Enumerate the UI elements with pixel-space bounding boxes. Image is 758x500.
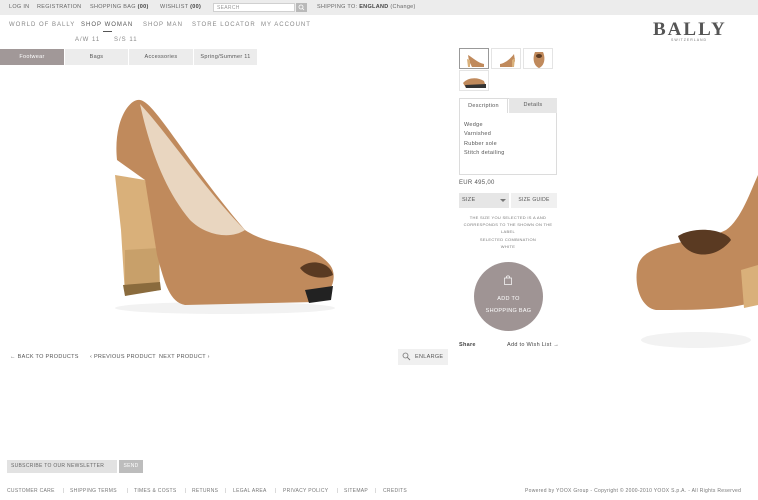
feature-item: Stitch detailing bbox=[464, 150, 505, 156]
thumbnail-4-image bbox=[463, 78, 486, 88]
footer-link-sitemap[interactable]: SITEMAP bbox=[344, 488, 368, 494]
add-to-bag-label: ADD TO SHOPPING BAG bbox=[474, 293, 543, 317]
category-tab-bags[interactable]: Bags bbox=[65, 49, 128, 65]
chevron-down-icon bbox=[500, 199, 506, 202]
tab-description[interactable]: Description bbox=[459, 98, 508, 113]
newsletter-send-button[interactable]: SEND bbox=[119, 460, 143, 473]
wishlist-label: WISHLIST bbox=[160, 4, 189, 10]
active-nav-underline bbox=[103, 31, 112, 32]
footer-link-returns[interactable]: RETURNS bbox=[192, 488, 218, 494]
shipping-country: ENGLAND bbox=[359, 4, 389, 10]
footer-separator: | bbox=[375, 488, 377, 494]
size-note-line: CORRESPONDS TO THE SHOWN ON THE bbox=[463, 222, 553, 227]
shipping-info: SHIPPING TO: ENGLAND (Change) bbox=[317, 4, 416, 10]
newsletter-input[interactable]: SUBSCRIBE TO OUR NEWSLETTER bbox=[7, 460, 117, 473]
subnav-ss11[interactable]: S/S 11 bbox=[114, 37, 138, 43]
chevron-right-icon: › bbox=[207, 354, 210, 360]
nav-shop-man[interactable]: SHOP MAN bbox=[143, 22, 183, 28]
footer-separator: | bbox=[225, 488, 227, 494]
footer-separator: | bbox=[185, 488, 187, 494]
size-guide-button[interactable]: SIZE GUIDE bbox=[511, 193, 557, 208]
selected-combination-label: SELECTED COMBINATION bbox=[479, 237, 537, 242]
thumbnail-2[interactable] bbox=[491, 48, 521, 69]
tab-details[interactable]: Details bbox=[509, 98, 557, 113]
wishlist-count: (00) bbox=[190, 4, 202, 10]
arrow-left-icon: ← bbox=[10, 354, 16, 360]
share-link[interactable]: Share bbox=[459, 342, 476, 348]
thumbnail-4[interactable] bbox=[459, 70, 489, 91]
footer-link-legal-area[interactable]: LEGAL AREA bbox=[233, 488, 267, 494]
back-to-products-label: BACK TO PRODUCTS bbox=[17, 354, 79, 360]
footer-separator: | bbox=[337, 488, 339, 494]
registration-link[interactable]: REGISTRATION bbox=[37, 4, 81, 10]
nav-my-account[interactable]: MY ACCOUNT bbox=[261, 22, 311, 28]
subnav-aw11[interactable]: A/W 11 bbox=[75, 37, 100, 43]
search-button[interactable] bbox=[296, 3, 307, 12]
product-price: EUR 495,00 bbox=[459, 180, 495, 186]
back-to-products-link[interactable]: ← BACK TO PRODUCTS bbox=[10, 354, 79, 360]
previous-product-label: PREVIOUS PRODUCT bbox=[93, 354, 156, 360]
footer-link-shipping-terms[interactable]: SHIPPING TERMS bbox=[70, 488, 117, 494]
footer-separator: | bbox=[127, 488, 129, 494]
change-country-link[interactable]: (Change) bbox=[390, 4, 415, 10]
chevron-left-icon: ‹ bbox=[90, 354, 93, 360]
search-input[interactable]: SEARCH bbox=[213, 3, 295, 12]
magnifier-icon bbox=[402, 352, 411, 361]
thumbnail-1[interactable] bbox=[459, 48, 489, 69]
shopping-bag-icon bbox=[504, 275, 512, 285]
arrow-right-icon: → bbox=[553, 342, 560, 348]
feature-item: Rubber sole bbox=[464, 141, 497, 147]
thumbnail-2-image bbox=[500, 54, 515, 67]
nav-shop-woman[interactable]: SHOP WOMAN bbox=[81, 22, 133, 28]
footer-link-times-costs[interactable]: TIMES & COSTS bbox=[134, 488, 177, 494]
size-note-line: THE SIZE YOU SELECTED IS A AND bbox=[469, 215, 547, 220]
nav-store-locator[interactable]: STORE LOCATOR bbox=[192, 22, 256, 28]
brand-logo-subtitle: SWITZERLAND bbox=[671, 38, 708, 42]
shipping-to-label: SHIPPING TO: bbox=[317, 4, 358, 10]
add-to-bag-line1: ADD TO bbox=[497, 296, 520, 302]
next-product-label: NEXT PRODUCT bbox=[159, 354, 206, 360]
footer-link-customer-care[interactable]: CUSTOMER CARE bbox=[7, 488, 55, 494]
alternate-product-image bbox=[636, 175, 758, 348]
shopping-bag-link[interactable]: SHOPPING BAG (00) bbox=[90, 4, 149, 10]
wishlist-link[interactable]: WISHLIST (00) bbox=[160, 4, 201, 10]
shopping-bag-label: SHOPPING BAG bbox=[90, 4, 136, 10]
thumbnail-1-image bbox=[467, 55, 484, 67]
top-bar: LOG IN REGISTRATION SHOPPING BAG (00) WI… bbox=[0, 0, 758, 15]
category-tab-accessories[interactable]: Accessories bbox=[129, 49, 193, 65]
size-note-line: LABEL bbox=[501, 229, 515, 234]
category-tab-footwear[interactable]: Footwear bbox=[0, 49, 64, 65]
footer-separator: | bbox=[63, 488, 65, 494]
next-product-link[interactable]: NEXT PRODUCT › bbox=[159, 354, 210, 360]
thumbnail-3-image bbox=[533, 52, 545, 68]
footer-link-credits[interactable]: CREDITS bbox=[383, 488, 407, 494]
add-to-wishlist-link[interactable]: Add to Wish List → bbox=[507, 342, 559, 348]
feature-item: Wedge bbox=[464, 122, 483, 128]
copyright-text: Powered by YOOX Group - Copyright © 2000… bbox=[525, 488, 742, 494]
footer-link-privacy-policy[interactable]: PRIVACY POLICY bbox=[283, 488, 328, 494]
enlarge-label: ENLARGE bbox=[415, 354, 444, 360]
add-to-wishlist-label: Add to Wish List bbox=[507, 342, 552, 348]
nav-world-of-bally[interactable]: WORLD OF BALLY bbox=[9, 22, 75, 28]
feature-item: Varnished bbox=[464, 131, 492, 137]
search-icon bbox=[298, 4, 305, 11]
shopping-bag-count: (00) bbox=[137, 4, 149, 10]
add-to-bag-line2: SHOPPING BAG bbox=[485, 308, 532, 314]
product-image[interactable] bbox=[95, 90, 345, 320]
thumbnail-3[interactable] bbox=[523, 48, 553, 69]
login-link[interactable]: LOG IN bbox=[9, 4, 29, 10]
category-tab-spring-summer[interactable]: Spring/Summer 11 bbox=[194, 49, 257, 65]
previous-product-link[interactable]: ‹ PREVIOUS PRODUCT bbox=[90, 354, 156, 360]
footer-separator: | bbox=[275, 488, 277, 494]
selected-combination-value: WHITE bbox=[500, 244, 516, 249]
